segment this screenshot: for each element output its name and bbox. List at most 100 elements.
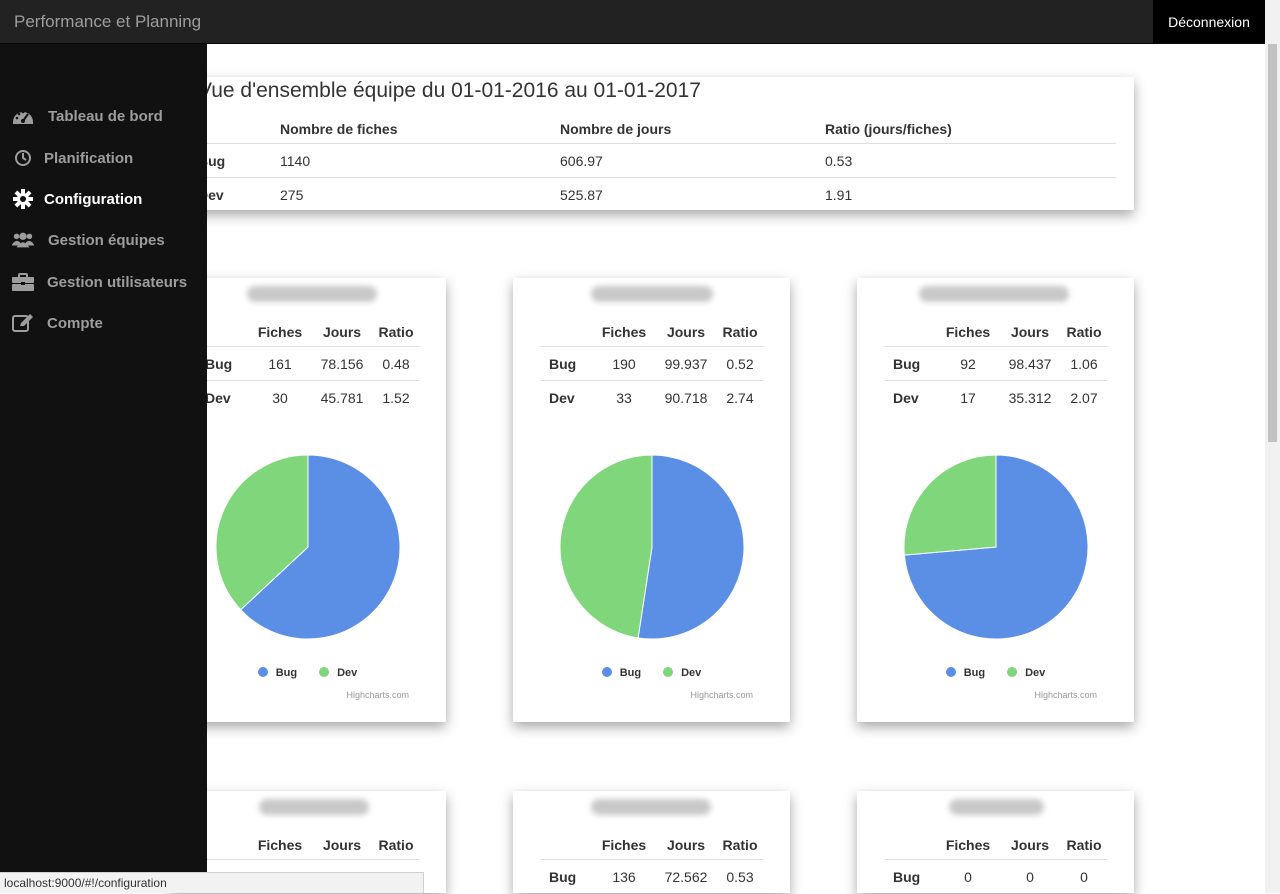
team-stats-table: Fiches Jours Ratio Bug 190 99.937 0.52 Dev 33 90.…: [541, 318, 763, 414]
pie-slice-dev[interactable]: [903, 454, 997, 556]
sidebar-item-planification[interactable]: Planification: [12, 143, 133, 173]
legend-item-bug[interactable]: Bug: [257, 667, 297, 679]
cell-fiches: 92: [937, 346, 999, 381]
legend-item-bug[interactable]: Bug: [945, 667, 986, 679]
sidebar-item-label: Configuration: [44, 190, 143, 208]
cell-jours: 72.562: [664, 868, 708, 885]
column-header-fiches: Fiches: [937, 318, 999, 347]
table-header-row: Fiches Jours Ratio: [541, 831, 763, 860]
team-stats-table: Fiches Jours Ratio Bug 92 98.437 1.06 Dev 17 35.3…: [885, 318, 1107, 414]
page-scrollbar[interactable]: [1265, 0, 1280, 893]
column-header-blank: [885, 831, 937, 860]
legend-item-dev[interactable]: Dev: [319, 667, 357, 679]
overview-table: Nombre de fiches Nombre de jours Ratio (…: [190, 115, 1116, 211]
table-header-row: Fiches Jours Ratio: [197, 318, 419, 347]
table-row: Bug 136 72.562 0.53: [541, 860, 763, 894]
cell-ratio: 1.91: [825, 186, 853, 203]
sidebar-item-compte[interactable]: Compte: [12, 308, 103, 338]
sidebar: Tableau de bord Planification Configurat…: [0, 44, 207, 893]
legend-marker-bug: [945, 667, 956, 677]
overview-header-ratio: Ratio (jours/fiches): [825, 115, 1116, 144]
table-header-row: Fiches Jours Ratio: [197, 831, 419, 860]
cell-ratio: 1.52: [382, 389, 410, 406]
column-header-ratio: Ratio: [717, 831, 763, 860]
status-bar-url: localhost:9000/#!/configuration: [0, 872, 424, 893]
overview-header-jours: Nombre de jours: [560, 115, 825, 144]
pie-chart[interactable]: [902, 453, 1090, 641]
column-header-blank: [541, 831, 593, 860]
team-stats-card: Fiches Jours Ratio Bug 92 98.437 1.06 Dev 17 35.3…: [857, 278, 1134, 722]
dashboard-icon: [12, 105, 34, 127]
cell-jours: 35.312: [1008, 389, 1052, 406]
edit-icon: [12, 312, 34, 334]
sidebar-item-gestion-equipes[interactable]: Gestion équipes: [12, 225, 165, 255]
sidebar-item-label: Gestion utilisateurs: [47, 273, 188, 291]
row-label: Bug: [549, 868, 577, 885]
legend-label: Dev: [681, 667, 702, 679]
pie-chart[interactable]: [214, 453, 402, 641]
column-header-jours: Jours: [311, 831, 373, 860]
team-stats-card: Fiches Jours Ratio Bug 0 0 0: [857, 791, 1134, 893]
team-stats-card: Fiches Jours Ratio Bug 136 72.562 0.53: [513, 791, 790, 893]
row-label: Dev: [549, 389, 575, 406]
sidebar-item-tableau-de-bord[interactable]: Tableau de bord: [12, 101, 163, 131]
logout-button[interactable]: Déconnexion: [1153, 0, 1265, 43]
team-name-blurred: [259, 799, 369, 815]
table-row: Bug 1140 606.97 0.53: [190, 143, 1116, 178]
sidebar-item-label: Gestion équipes: [48, 231, 165, 249]
table-header-row: Fiches Jours Ratio: [885, 318, 1107, 347]
team-name-blurred: [591, 286, 713, 302]
briefcase-icon: [12, 271, 34, 293]
chart-credits-link[interactable]: Highcharts.com: [1034, 690, 1097, 700]
legend-label: Bug: [963, 667, 986, 679]
column-header-jours: Jours: [999, 318, 1061, 347]
pie-slice-dev[interactable]: [559, 454, 653, 639]
team-stats-card: Fiches Jours Ratio Bug 161 78.156 0.48 Dev 30 45.…: [169, 278, 446, 722]
legend-marker-dev: [1007, 667, 1018, 677]
overview-title: Vue d'ensemble équipe du 01-01-2016 au 0…: [198, 79, 701, 102]
legend-marker-dev: [663, 667, 674, 677]
column-header-blank: [541, 318, 593, 347]
legend-item-dev[interactable]: Dev: [663, 667, 701, 679]
legend-item-dev[interactable]: Dev: [1007, 667, 1045, 679]
team-name-blurred: [247, 286, 377, 302]
cell-ratio: 0.52: [717, 346, 763, 381]
app-title[interactable]: Performance et Planning: [14, 12, 201, 32]
column-header-jours: Jours: [655, 318, 717, 347]
cell-jours: 90.718: [664, 389, 708, 406]
chart-credits-link[interactable]: Highcharts.com: [690, 690, 753, 700]
cell-ratio: 0.53: [825, 143, 1116, 178]
pie-chart[interactable]: [558, 453, 746, 641]
column-header-blank: [885, 318, 937, 347]
cell-fiches: 161: [249, 346, 311, 381]
cell-ratio: 0.48: [373, 346, 419, 381]
column-header-jours: Jours: [999, 831, 1061, 860]
table-row: Dev 275 525.87 1.91: [190, 178, 1116, 212]
legend-item-bug[interactable]: Bug: [601, 667, 641, 679]
pie-slice-bug[interactable]: [637, 454, 745, 640]
table-row: Bug 190 99.937 0.52: [541, 346, 763, 381]
table-row: Dev 30 45.781 1.52: [197, 381, 419, 415]
sidebar-item-label: Tableau de bord: [48, 107, 163, 125]
column-header-fiches: Fiches: [593, 318, 655, 347]
team-name-blurred: [919, 286, 1069, 302]
chart-credits-link[interactable]: Highcharts.com: [346, 690, 409, 700]
team-stats-table: Fiches Jours Ratio Bug 136 72.562 0.53: [541, 831, 763, 893]
table-row: Bug 161 78.156 0.48: [197, 346, 419, 381]
team-overview-panel: Vue d'ensemble équipe du 01-01-2016 au 0…: [190, 77, 1134, 210]
scrollbar-thumb[interactable]: [1268, 44, 1277, 442]
gear-icon: [12, 188, 34, 210]
cell-jours: 78.156: [311, 346, 373, 381]
sidebar-item-label: Planification: [44, 149, 134, 167]
sidebar-item-configuration[interactable]: Configuration: [12, 184, 142, 214]
row-label: Bug: [893, 868, 921, 885]
team-stats-table: Fiches Jours Ratio Bug 161 78.156 0.48 Dev 30 45.…: [197, 318, 419, 414]
cell-fiches: 1140: [280, 143, 560, 178]
sidebar-item-gestion-utilisateurs[interactable]: Gestion utilisateurs: [12, 267, 187, 297]
top-navbar: Performance et Planning Déconnexion: [0, 0, 1265, 44]
column-header-ratio: Ratio: [373, 831, 419, 860]
cell-jours: 45.781: [320, 389, 364, 406]
team-name-blurred: [591, 799, 711, 815]
legend-label: Dev: [337, 667, 358, 679]
column-header-ratio: Ratio: [1061, 318, 1107, 347]
